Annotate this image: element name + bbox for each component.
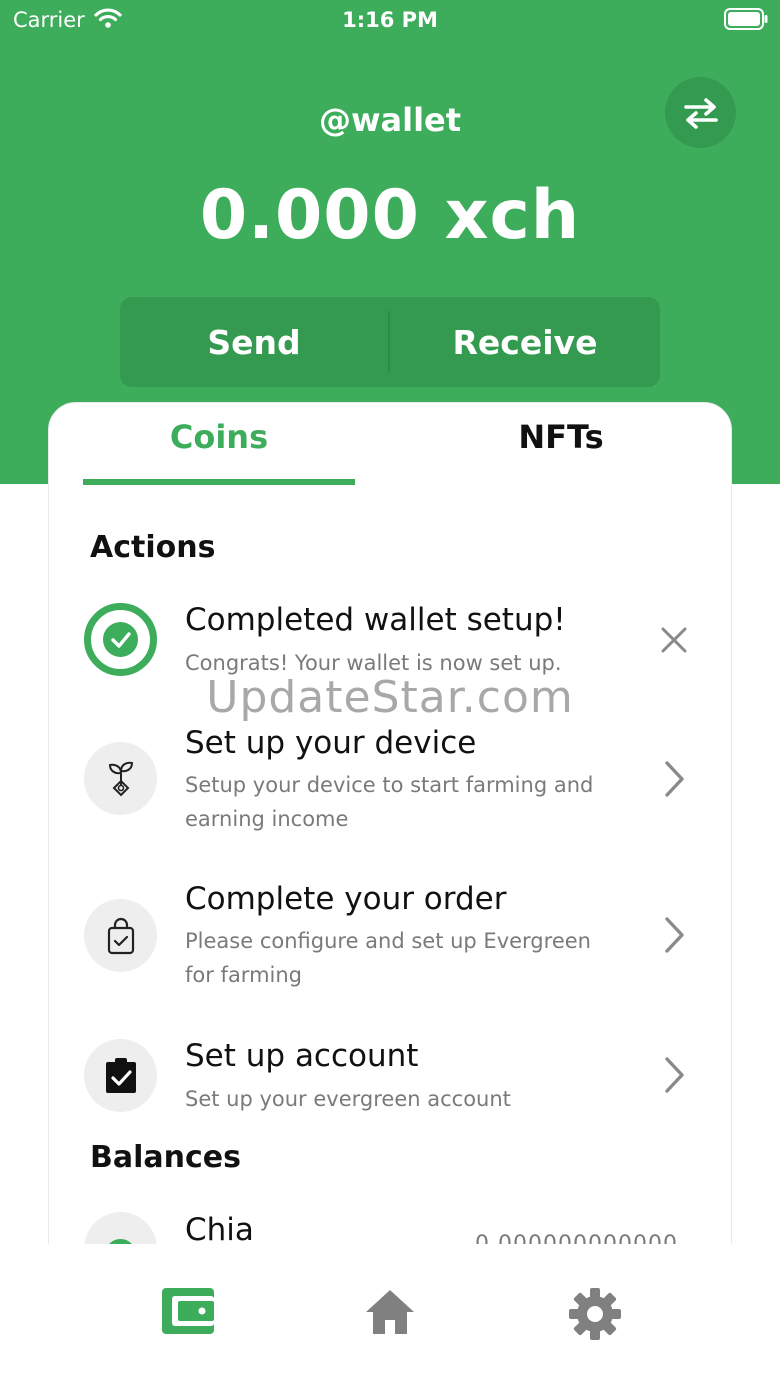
wallet-icon: [162, 1288, 214, 1334]
tab-active-indicator: [83, 479, 355, 485]
home-icon: [366, 1290, 414, 1334]
settings-gear-icon: [569, 1288, 621, 1340]
wallet-name: @wallet: [318, 101, 462, 139]
send-receive-group: Send Receive: [120, 297, 660, 387]
receive-button[interactable]: Receive: [390, 297, 660, 387]
swap-arrows-icon: [683, 97, 718, 129]
close-icon[interactable]: [659, 625, 689, 655]
chevron-right-icon[interactable]: [660, 759, 688, 799]
action-title: Set up account: [185, 1038, 419, 1074]
tab-coins[interactable]: Coins: [83, 418, 355, 474]
bottom-nav: [0, 1244, 780, 1387]
status-bar: Carrier 1:16 PM: [0, 0, 780, 40]
chevron-right-icon[interactable]: [660, 1055, 688, 1095]
shopping-bag-icon: [84, 899, 157, 972]
balance-coin-name: Chia: [185, 1212, 254, 1248]
balances-heading: Balances: [90, 1140, 241, 1175]
check-circle-icon: [84, 603, 157, 676]
watermark: UpdateStar.com: [206, 672, 574, 723]
action-subtitle: Setup your device to start farming and e…: [185, 773, 594, 831]
action-subtitle: Set up your evergreen account: [185, 1087, 511, 1111]
battery-icon: [724, 8, 768, 30]
wallet-balance: 0.000 xch: [199, 176, 581, 255]
action-title: Completed wallet setup!: [185, 602, 566, 638]
status-time: 1:16 PM: [342, 8, 438, 32]
tab-nfts[interactable]: NFTs: [425, 418, 697, 474]
action-title: Set up your device: [185, 725, 477, 761]
sprout-icon: [84, 742, 157, 815]
nav-settings[interactable]: [465, 1244, 725, 1387]
chevron-right-icon[interactable]: [660, 915, 688, 955]
clipboard-check-icon: [84, 1039, 157, 1112]
action-title: Complete your order: [185, 881, 507, 917]
swap-button[interactable]: [665, 77, 736, 148]
action-subtitle: Please configure and set up Evergreen fo…: [185, 929, 591, 987]
send-button[interactable]: Send: [120, 297, 388, 387]
actions-heading: Actions: [90, 530, 216, 565]
